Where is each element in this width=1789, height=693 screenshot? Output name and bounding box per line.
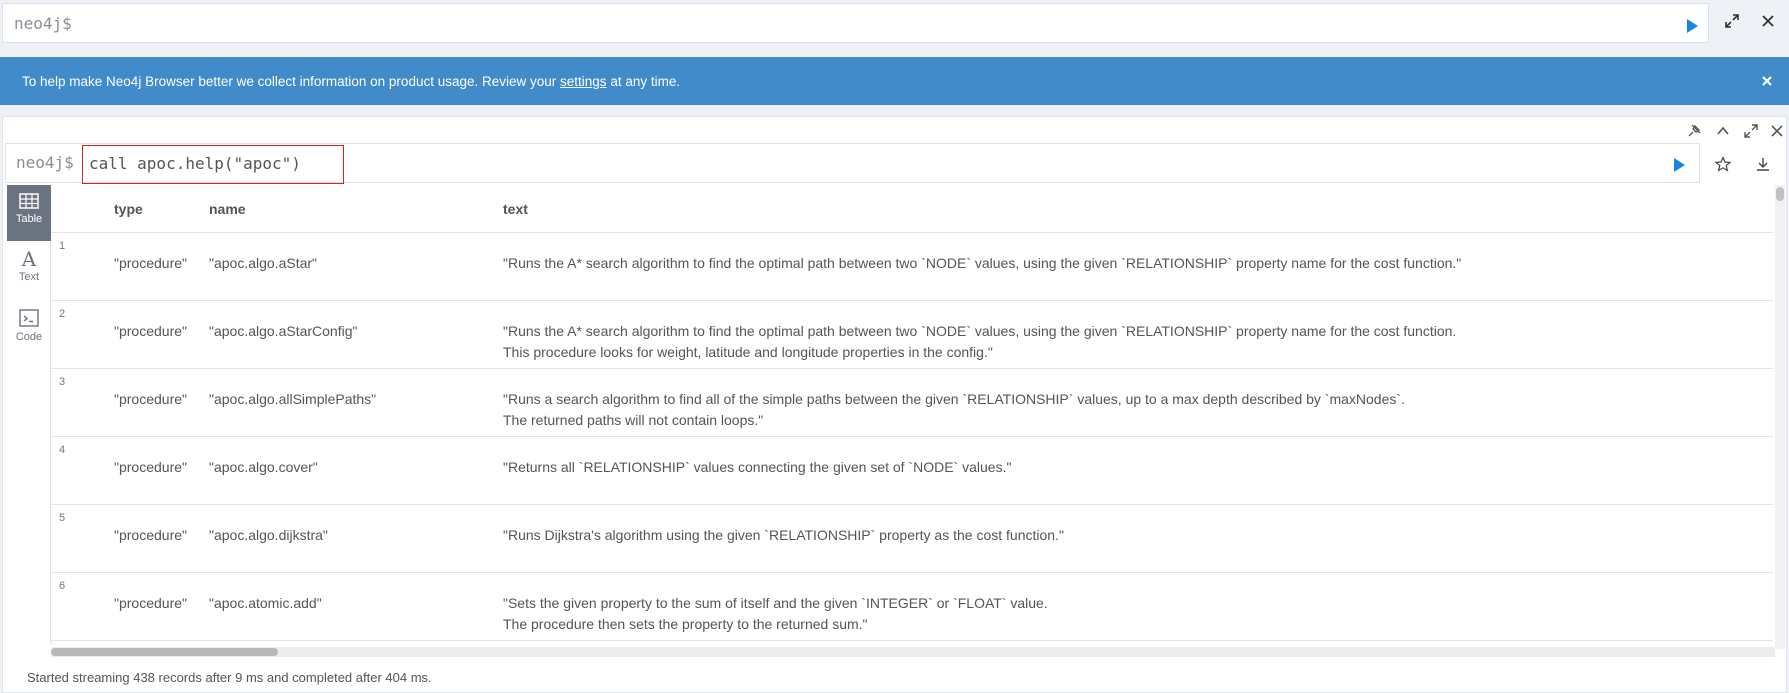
row-number: 1	[59, 240, 66, 252]
cell-name: "apoc.algo.aStar"	[209, 255, 318, 271]
row-number: 6	[59, 580, 66, 592]
cell-text: "Runs Dijkstra's algorithm using the giv…	[503, 525, 1753, 546]
query-highlight[interactable]: call apoc.help("apoc")	[82, 145, 344, 184]
column-header-type: type	[114, 201, 143, 217]
play-icon[interactable]	[1684, 18, 1700, 34]
view-tabs: Table A Text Code	[5, 185, 51, 645]
collapse-icon[interactable]	[1715, 123, 1731, 139]
query-text[interactable]: call apoc.help("apoc")	[89, 154, 301, 173]
horizontal-scrollbar[interactable]	[51, 647, 1775, 657]
tab-label: Table	[15, 213, 43, 225]
main-editor[interactable]: neo4j$	[2, 3, 1709, 43]
table-row: 2 "procedure" "apoc.algo.aStarConfig" "Runs…	[51, 301, 1773, 369]
cell-type: "procedure"	[114, 595, 187, 611]
cell-name: "apoc.algo.aStarConfig"	[209, 323, 358, 339]
cell-text-line: The procedure then sets the property to …	[503, 616, 868, 632]
editor-prompt: neo4j$	[14, 14, 72, 33]
tab-label: Text	[18, 271, 40, 283]
cell-text-line: "Runs the A* search algorithm to find th…	[503, 255, 1462, 271]
cell-text-line: "Runs the A* search algorithm to find th…	[503, 323, 1457, 339]
row-number: 2	[59, 308, 66, 320]
cell-name: "apoc.algo.dijkstra"	[209, 527, 328, 543]
cell-type: "procedure"	[114, 459, 187, 475]
banner-text: To help make Neo4j Browser better we col…	[22, 74, 681, 89]
cell-type: "procedure"	[114, 255, 187, 271]
cell-text: "Runs the A* search algorithm to find th…	[503, 253, 1753, 274]
cell-text-line: The returned paths will not contain loop…	[503, 412, 764, 428]
cell-type: "procedure"	[114, 391, 187, 407]
vertical-scrollbar[interactable]	[1775, 185, 1785, 649]
tab-code[interactable]: Code	[7, 301, 51, 357]
close-icon[interactable]	[1760, 13, 1776, 29]
cell-text: "Runs the A* search algorithm to find th…	[503, 321, 1753, 363]
table-row: 4 "procedure" "apoc.algo.cover" "Returns al…	[51, 437, 1773, 505]
cell-text-line: "Returns all `RELATIONSHIP` values conne…	[503, 459, 1012, 475]
download-icon[interactable]	[1755, 156, 1771, 172]
cell-text: "Returns all `RELATIONSHIP` values conne…	[503, 457, 1753, 478]
row-number: 5	[59, 512, 66, 524]
cell-text: "Sets the given property to the sum of i…	[503, 593, 1753, 635]
cell-text: "Runs a search algorithm to find all of …	[503, 389, 1753, 431]
settings-link[interactable]: settings	[560, 74, 607, 89]
row-number: 3	[59, 376, 66, 388]
results-table: type name text 1 "procedure" "apoc.algo.aS…	[51, 185, 1773, 645]
table-row: 3 "procedure" "apoc.algo.allSimplePaths" "R…	[51, 369, 1773, 437]
cell-text-line: "Runs a search algorithm to find all of …	[503, 391, 1405, 407]
column-header-name: name	[209, 201, 246, 217]
star-icon[interactable]	[1715, 156, 1731, 172]
expand-icon[interactable]	[1724, 13, 1740, 29]
close-icon[interactable]	[1769, 123, 1785, 139]
pin-icon[interactable]	[1686, 123, 1702, 139]
editor-prompt: neo4j$	[16, 153, 74, 172]
cell-text-line: "Runs Dijkstra's algorithm using the giv…	[503, 527, 1064, 543]
cell-name: "apoc.algo.cover"	[209, 459, 318, 475]
row-number: 4	[59, 444, 66, 456]
usage-banner: To help make Neo4j Browser better we col…	[0, 57, 1789, 105]
table-row: 6 "procedure" "apoc.atomic.add" "Sets the g…	[51, 573, 1773, 641]
play-icon[interactable]	[1671, 157, 1687, 173]
cell-type: "procedure"	[114, 527, 187, 543]
tab-table[interactable]: Table	[7, 185, 51, 241]
cell-name: "apoc.atomic.add"	[209, 595, 322, 611]
scroll-thumb[interactable]	[1776, 187, 1784, 201]
expand-icon[interactable]	[1743, 123, 1759, 139]
table-icon	[19, 193, 39, 209]
tab-label: Code	[15, 331, 43, 343]
table-header: type name text	[51, 185, 1773, 233]
status-text: Started streaming 438 records after 9 ms…	[27, 670, 432, 685]
code-icon	[19, 309, 39, 327]
table-row: 1 "procedure" "apoc.algo.aStar" "Runs the A…	[51, 233, 1773, 301]
cell-text-line: "Sets the given property to the sum of i…	[503, 595, 1048, 611]
cell-type: "procedure"	[114, 323, 187, 339]
result-frame: neo4j$ call apoc.help("apoc") Table A Te…	[2, 116, 1787, 693]
table-row: 5 "procedure" "apoc.algo.dijkstra" "Runs Di…	[51, 505, 1773, 573]
cell-name: "apoc.algo.allSimplePaths"	[209, 391, 377, 407]
column-header-text: text	[503, 201, 528, 217]
close-icon[interactable]	[1760, 74, 1774, 88]
cell-text-line: This procedure looks for weight, latitud…	[503, 344, 993, 360]
text-icon: A	[21, 247, 37, 271]
scroll-thumb[interactable]	[51, 648, 278, 656]
tab-text[interactable]: A Text	[7, 243, 51, 299]
